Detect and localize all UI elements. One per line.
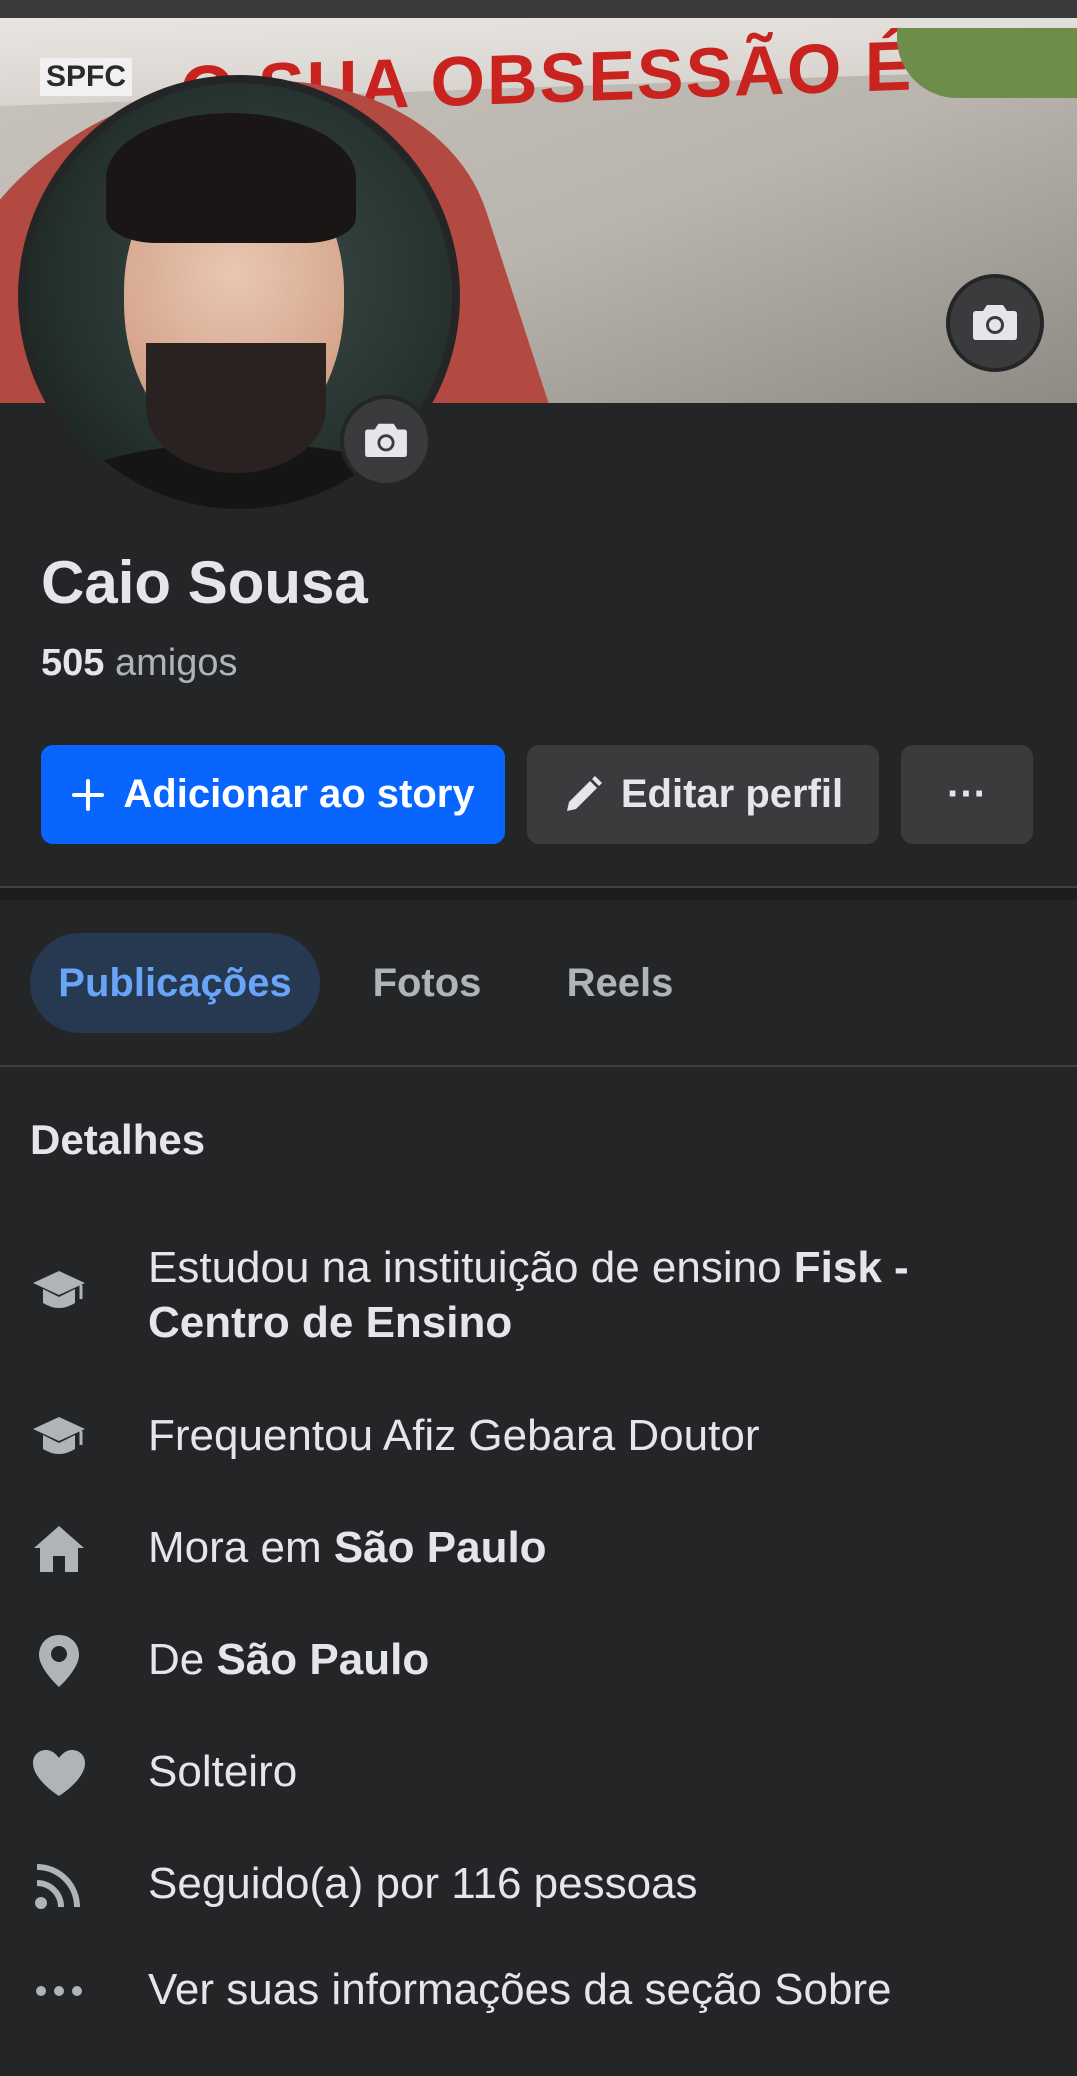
status-bar	[0, 0, 1077, 18]
detail-text-bold: São Paulo	[333, 1523, 547, 1572]
friends-count-label: amigos	[114, 642, 238, 684]
location-pin-icon	[30, 1632, 88, 1690]
camera-icon	[972, 301, 1018, 346]
detail-text-prefix: Frequentou Afiz Gebara Doutor	[148, 1411, 760, 1460]
more-dots-icon	[30, 1962, 88, 2020]
details-heading: Detalhes	[30, 1116, 206, 1163]
add-to-story-button[interactable]: Adicionar ao story	[41, 745, 505, 844]
graduation-cap-icon	[30, 1408, 88, 1466]
divider	[0, 1065, 1077, 1067]
section-separator	[0, 888, 1077, 900]
detail-text: Frequentou Afiz Gebara Doutor	[148, 1408, 1050, 1463]
edit-profile-label: Editar perfil	[620, 772, 844, 816]
rss-feed-icon	[30, 1856, 88, 1914]
detail-item-school: Frequentou Afiz Gebara Doutor	[30, 1408, 1050, 1466]
plus-icon	[71, 778, 105, 812]
detail-text-prefix: Estudou na instituição de ensino	[148, 1243, 794, 1292]
detail-text: Seguido(a) por 116 pessoas	[148, 1856, 1050, 1911]
more-options-button[interactable]: ···	[901, 745, 1033, 844]
friends-count-number: 505	[41, 642, 105, 684]
tab-reels[interactable]: Reels	[540, 933, 700, 1033]
more-dots-icon: ···	[947, 772, 987, 816]
detail-item-relationship: Solteiro	[30, 1744, 1050, 1802]
profile-tabs: Publicações Fotos Reels	[0, 933, 1077, 1033]
detail-text: De São Paulo	[148, 1632, 1050, 1687]
detail-item-lives-in: Mora em São Paulo	[30, 1520, 1050, 1578]
detail-text: Solteiro	[148, 1744, 1050, 1799]
friends-count[interactable]: 505 amigos	[41, 642, 237, 685]
profile-name: Caio Sousa	[41, 549, 368, 616]
avatar-hair	[106, 113, 356, 243]
detail-text-prefix: Ver suas informações da seção Sobre	[148, 1965, 892, 2014]
home-icon	[30, 1520, 88, 1578]
cover-badge: SPFC	[40, 58, 133, 96]
detail-text: Mora em São Paulo	[148, 1520, 1050, 1575]
heart-icon	[30, 1744, 88, 1802]
detail-text-prefix: De	[148, 1635, 217, 1684]
detail-item-followers[interactable]: Seguido(a) por 116 pessoas	[30, 1856, 1050, 1914]
camera-icon	[364, 420, 408, 463]
detail-text: Estudou na instituição de ensino Fisk - …	[148, 1240, 1050, 1350]
edit-profile-button[interactable]: Editar perfil	[527, 745, 879, 844]
see-about-info-link[interactable]: Ver suas informações da seção Sobre	[30, 1962, 1050, 2020]
detail-text: Ver suas informações da seção Sobre	[148, 1962, 1050, 2017]
tab-publicacoes[interactable]: Publicações	[30, 933, 320, 1033]
pencil-icon	[563, 775, 603, 815]
detail-item-education: Estudou na instituição de ensino Fisk - …	[30, 1240, 1050, 1350]
graduation-cap-icon	[30, 1262, 88, 1320]
edit-cover-photo-button[interactable]	[946, 274, 1044, 372]
edit-profile-picture-button[interactable]	[340, 395, 432, 487]
add-to-story-label: Adicionar ao story	[123, 772, 475, 816]
detail-item-from: De São Paulo	[30, 1632, 1050, 1690]
tab-fotos[interactable]: Fotos	[350, 933, 504, 1033]
detail-text-prefix: Mora em	[148, 1523, 334, 1572]
detail-text-prefix: Seguido(a) por 116 pessoas	[148, 1859, 698, 1908]
detail-text-bold: São Paulo	[216, 1635, 430, 1684]
avatar-beard	[146, 343, 326, 473]
cover-grass	[897, 28, 1077, 98]
detail-text-prefix: Solteiro	[148, 1747, 298, 1796]
